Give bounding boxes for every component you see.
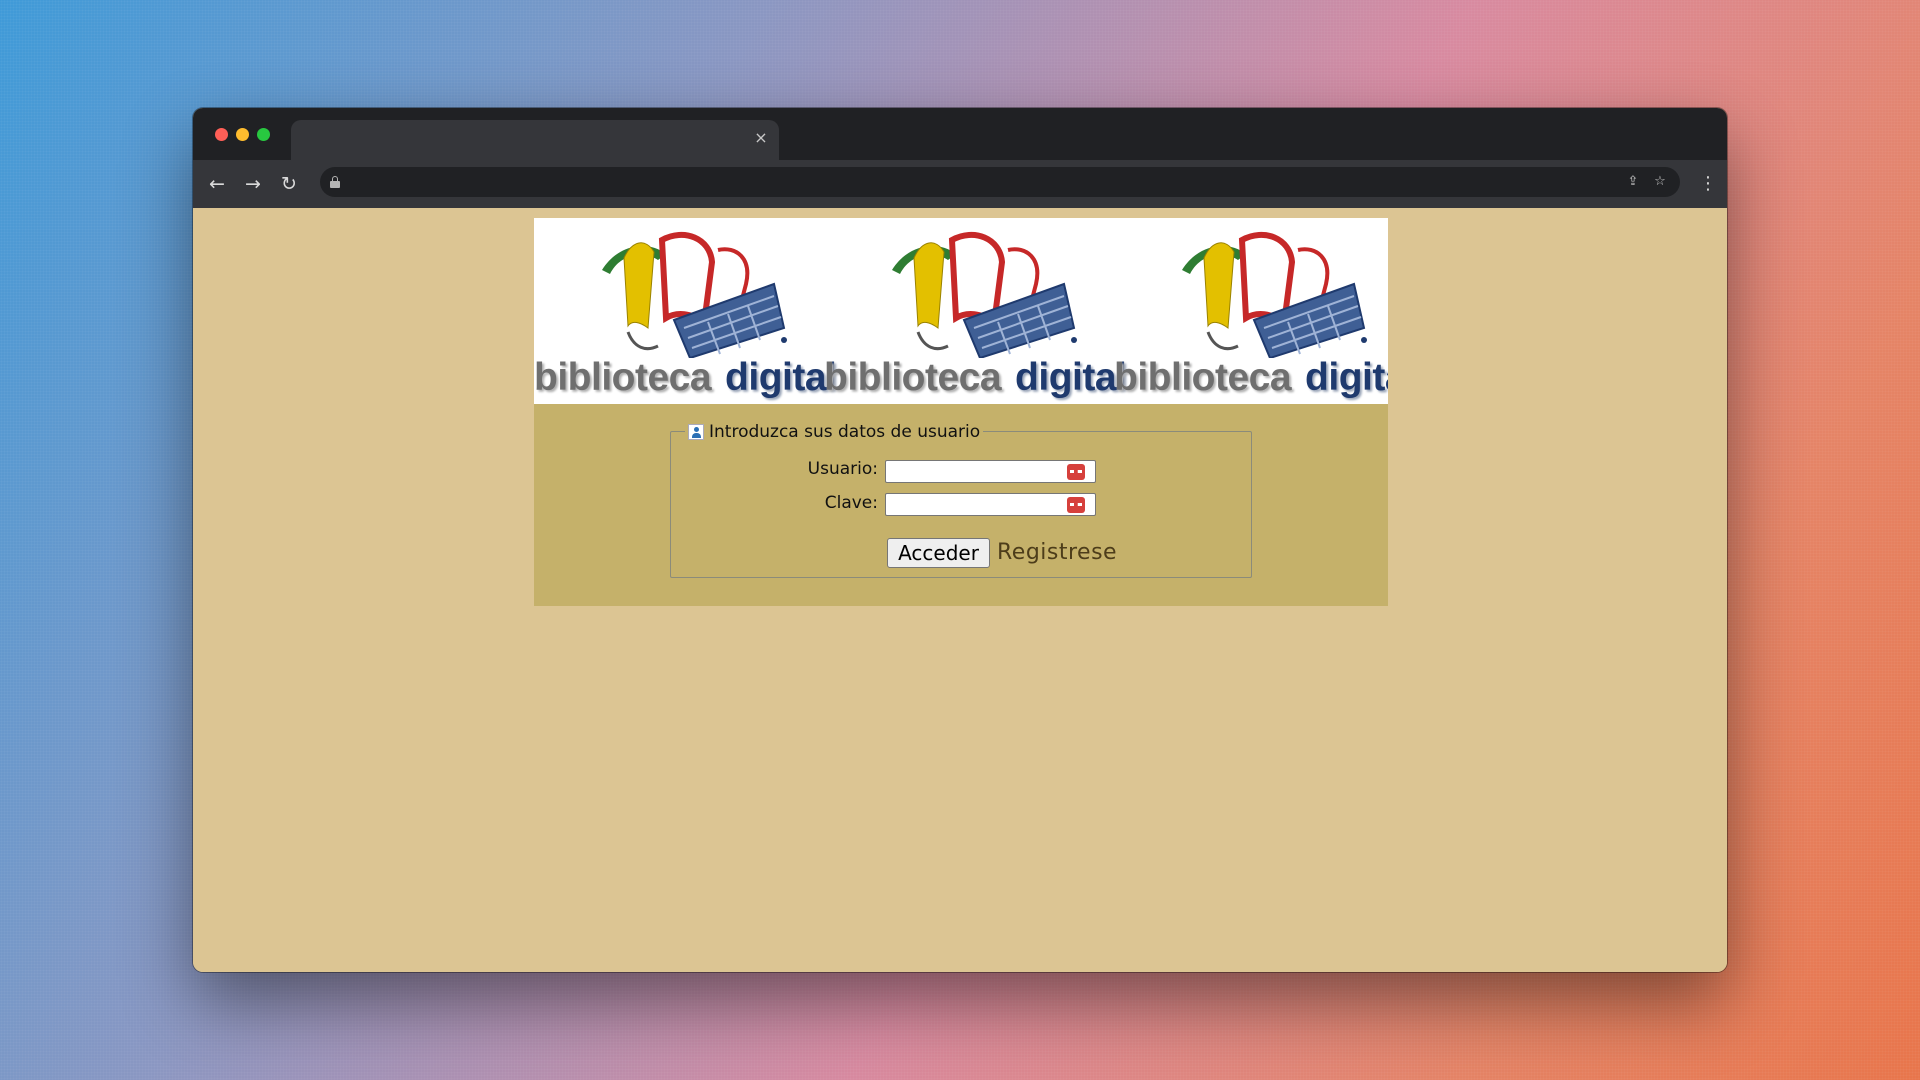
address-bar[interactable]: ⇪ ☆ <box>320 167 1680 197</box>
login-legend-text: Introduzca sus datos de usuario <box>709 422 981 442</box>
login-legend: Introduzca sus datos de usuario <box>685 421 984 443</box>
maximize-window-button[interactable] <box>257 128 270 141</box>
login-fieldset: Introduzca sus datos de usuario Usuario:… <box>670 421 1252 578</box>
biblioteca-digital-logo: biblioteca digital <box>824 218 1127 404</box>
tab-close-icon[interactable]: × <box>751 128 771 148</box>
username-label: Usuario: <box>807 459 878 479</box>
user-icon <box>688 424 704 440</box>
minimize-window-button[interactable] <box>236 128 249 141</box>
reload-icon[interactable]: ↻ <box>275 170 303 198</box>
biblioteca-digital-logo: biblioteca digital <box>534 218 837 404</box>
password-label: Clave: <box>824 493 878 513</box>
password-input[interactable] <box>885 493 1096 516</box>
login-panel: Introduzca sus datos de usuario Usuario:… <box>534 404 1388 606</box>
biblioteca-digital-logo: biblioteca digital <box>1114 218 1388 404</box>
browser-menu-icon[interactable]: ⋮ <box>1699 170 1717 198</box>
logo-word-biblioteca: biblioteca <box>534 356 712 399</box>
tab-bar: × <box>193 108 1727 160</box>
logo-word-digital: digital <box>1305 356 1388 399</box>
share-icon[interactable]: ⇪ <box>1622 171 1644 193</box>
browser-toolbar: ← → ↻ ⇪ ☆ ⋮ <box>193 160 1727 208</box>
book-keyboard-icon <box>1182 232 1367 358</box>
close-window-button[interactable] <box>215 128 228 141</box>
logo-word-biblioteca: biblioteca <box>1114 356 1292 399</box>
username-input[interactable] <box>885 460 1096 483</box>
book-keyboard-icon <box>602 232 787 358</box>
browser-window: × ← → ↻ ⇪ ☆ ⋮ biblioteca digital bibliot… <box>193 108 1727 972</box>
lock-icon[interactable] <box>330 176 340 188</box>
page-viewport: biblioteca digital biblioteca digital bi… <box>193 208 1727 972</box>
register-link[interactable]: Registrese <box>997 538 1117 568</box>
header-banner: biblioteca digital biblioteca digital bi… <box>534 218 1388 404</box>
login-button[interactable]: Acceder <box>887 538 990 568</box>
logo-word-digital: digital <box>1015 356 1127 399</box>
logo-word-biblioteca: biblioteca <box>824 356 1002 399</box>
forward-arrow-icon[interactable]: → <box>239 170 267 198</box>
password-manager-icon[interactable] <box>1067 464 1085 480</box>
bookmark-star-icon[interactable]: ☆ <box>1649 171 1671 193</box>
back-arrow-icon[interactable]: ← <box>203 170 231 198</box>
password-manager-icon[interactable] <box>1067 497 1085 513</box>
book-keyboard-icon <box>892 232 1077 358</box>
logo-word-digital: digital <box>725 356 837 399</box>
browser-tab[interactable]: × <box>291 120 779 160</box>
